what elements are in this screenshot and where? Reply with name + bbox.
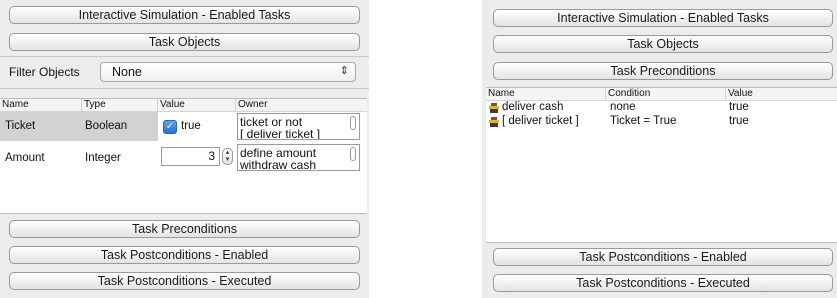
scrollbar-thumb[interactable] xyxy=(350,147,356,161)
table-header: Name Type Value Owner xyxy=(0,99,367,112)
task-icon xyxy=(489,117,499,127)
owner-textarea[interactable]: define amount withdraw cash xyxy=(237,144,360,171)
row-condition: Ticket = True xyxy=(610,115,677,127)
row-value: true xyxy=(729,101,749,113)
row-name: deliver cash xyxy=(502,101,564,113)
left-simulation-panel: Interactive Simulation - Enabled Tasks T… xyxy=(0,0,369,298)
value-checkbox[interactable]: ✓ xyxy=(163,120,177,134)
filter-objects-label: Filter Objects xyxy=(9,65,80,79)
select-arrows-icon: ⇕ xyxy=(339,65,349,77)
row-name: [ deliver ticket ] xyxy=(502,115,579,127)
table-header: Name Condition Value xyxy=(486,88,837,101)
task-postconditions-executed-button[interactable]: Task Postconditions - Executed xyxy=(9,272,360,290)
row-value: true xyxy=(729,115,749,127)
row-name: Amount xyxy=(5,152,45,164)
row-name: Ticket xyxy=(5,120,36,132)
task-objects-table: Name Type Value Owner Ticket Boolean ✓ t… xyxy=(0,98,367,214)
row-condition: none xyxy=(610,101,636,113)
column-header-name[interactable]: Name xyxy=(486,88,606,100)
scrollbar-thumb[interactable] xyxy=(350,116,356,130)
filter-objects-row: Filter Objects None ⇕ xyxy=(0,59,369,85)
amount-stepper[interactable]: ▴ ▾ xyxy=(222,148,233,165)
column-header-type[interactable]: Type xyxy=(82,99,158,111)
task-objects-button[interactable]: Task Objects xyxy=(493,35,833,53)
separator xyxy=(0,88,369,89)
column-header-value[interactable]: Value xyxy=(158,99,236,111)
task-preconditions-table: Name Condition Value deliver cash none t… xyxy=(486,87,837,243)
filter-objects-select[interactable]: None ⇕ xyxy=(100,62,356,82)
table-row[interactable]: Ticket Boolean ✓ true ticket or not [ de… xyxy=(0,112,367,141)
table-row[interactable]: deliver cash none true xyxy=(486,101,837,114)
column-header-owner[interactable]: Owner xyxy=(236,99,367,111)
row-owner: ticket or not [ deliver ticket ] xyxy=(240,115,321,140)
row-type: Integer xyxy=(85,152,121,164)
enabled-tasks-header-button[interactable]: Interactive Simulation - Enabled Tasks xyxy=(9,6,360,24)
amount-number-field[interactable]: 3 xyxy=(161,147,220,166)
table-row[interactable]: Amount Integer 3 ▴ ▾ define amount withdr… xyxy=(0,143,367,172)
separator xyxy=(0,56,369,57)
column-header-name[interactable]: Name xyxy=(0,99,82,111)
column-header-condition[interactable]: Condition xyxy=(606,88,726,100)
enabled-tasks-header-button[interactable]: Interactive Simulation - Enabled Tasks xyxy=(493,9,833,27)
task-preconditions-button[interactable]: Task Preconditions xyxy=(493,62,833,80)
owner-textarea[interactable]: ticket or not [ deliver ticket ] xyxy=(237,113,360,140)
right-simulation-panel: Interactive Simulation - Enabled Tasks T… xyxy=(482,0,837,298)
table-row[interactable]: [ deliver ticket ] Ticket = True true xyxy=(486,115,837,128)
task-objects-button[interactable]: Task Objects xyxy=(9,33,360,51)
task-icon xyxy=(489,103,499,113)
column-header-value[interactable]: Value xyxy=(726,88,837,100)
row-owner: define amount withdraw cash xyxy=(240,146,317,171)
row-type: Boolean xyxy=(85,120,128,132)
task-postconditions-enabled-button[interactable]: Task Postconditions - Enabled xyxy=(9,246,360,264)
task-postconditions-executed-button[interactable]: Task Postconditions - Executed xyxy=(493,274,833,292)
filter-objects-value: None xyxy=(112,65,142,79)
task-postconditions-enabled-button[interactable]: Task Postconditions - Enabled xyxy=(493,248,833,266)
row-value: true xyxy=(181,120,201,132)
task-preconditions-button[interactable]: Task Preconditions xyxy=(9,220,360,238)
